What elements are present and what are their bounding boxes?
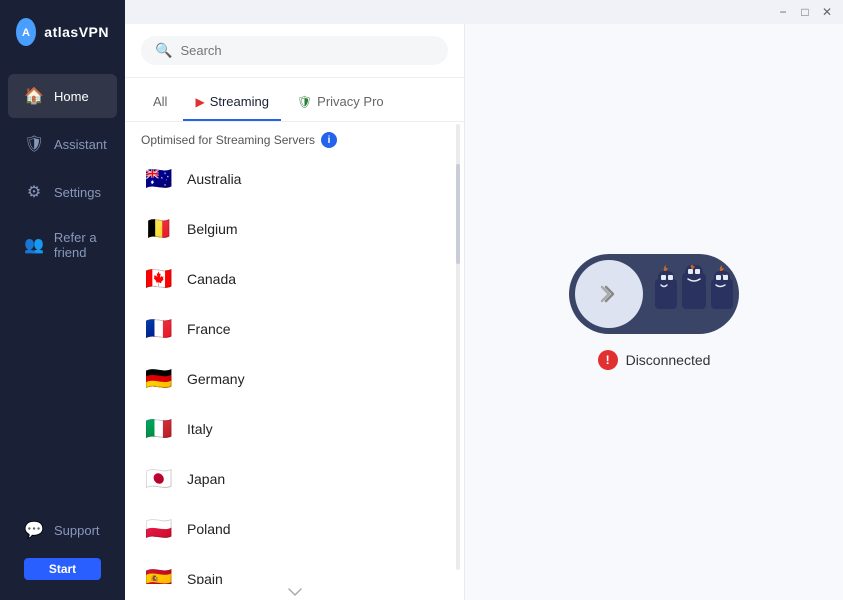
svg-text:A: A	[22, 27, 30, 39]
right-panel: ! Disconnected	[465, 24, 843, 600]
sidebar-label-home: Home	[54, 89, 89, 104]
scroll-down-indicator	[125, 584, 464, 600]
search-icon: 🔍	[155, 42, 172, 59]
country-item-australia[interactable]: 🇦🇺 Australia	[133, 154, 456, 204]
privacy-icon: 🛡	[297, 95, 312, 109]
logo-text: atlasVPN	[44, 24, 109, 40]
country-name-poland: Poland	[187, 521, 231, 537]
search-bar: 🔍	[125, 24, 464, 78]
tab-privacy-label: Privacy Pro	[317, 94, 383, 109]
home-icon: 🏠	[24, 86, 44, 106]
server-panel: 🔍 All ▶ Streaming 🛡 Privacy Pro	[125, 24, 465, 600]
status-row: ! Disconnected	[598, 350, 711, 370]
flag-poland: 🇵🇱	[143, 516, 175, 542]
tabs: All ▶ Streaming 🛡 Privacy Pro	[125, 78, 464, 122]
vpn-toggle-wrapper: ! Disconnected	[569, 254, 739, 370]
vpn-toggle[interactable]	[569, 254, 739, 334]
logo-icon: A	[16, 18, 36, 46]
scrollbar-track	[456, 124, 460, 570]
status-label: Disconnected	[626, 352, 711, 368]
sidebar-bottom: 💬 Support Start	[0, 492, 125, 600]
search-input[interactable]	[180, 43, 434, 58]
tab-streaming[interactable]: ▶ Streaming	[183, 88, 280, 121]
support-icon: 💬	[24, 520, 44, 540]
country-name-australia: Australia	[187, 171, 241, 187]
flag-belgium: 🇧🇪	[143, 216, 175, 242]
title-bar: − □ ✕	[125, 0, 843, 24]
tab-all[interactable]: All	[141, 88, 179, 121]
country-item-japan[interactable]: 🇯🇵 Japan	[133, 454, 456, 504]
sidebar-item-settings[interactable]: ⚙ Settings	[8, 170, 117, 214]
main-area: − □ ✕ 🔍 All ▶ Streaming	[125, 0, 843, 600]
optimised-text: Optimised for Streaming Servers	[141, 133, 315, 147]
sidebar-label-assistant: Assistant	[54, 137, 107, 152]
minimize-button[interactable]: −	[775, 4, 791, 20]
logo-area: A atlasVPN	[0, 0, 125, 64]
country-item-italy[interactable]: 🇮🇹 Italy	[133, 404, 456, 454]
start-button[interactable]: Start	[24, 558, 101, 580]
streaming-icon: ▶	[195, 95, 204, 109]
content-area: 🔍 All ▶ Streaming 🛡 Privacy Pro	[125, 24, 843, 600]
tab-privacy-pro[interactable]: 🛡 Privacy Pro	[285, 88, 396, 121]
country-item-belgium[interactable]: 🇧🇪 Belgium	[133, 204, 456, 254]
flag-spain: 🇪🇸	[143, 566, 175, 584]
settings-icon: ⚙	[24, 182, 44, 202]
info-badge[interactable]: i	[321, 132, 337, 148]
flag-italy: 🇮🇹	[143, 416, 175, 442]
refer-icon: 👥	[24, 235, 44, 255]
sidebar: A atlasVPN 🏠 Home 🛡 Assistant ⚙ Settings…	[0, 0, 125, 600]
sidebar-item-support[interactable]: 💬 Support	[8, 508, 117, 552]
country-name-japan: Japan	[187, 471, 225, 487]
status-icon: !	[598, 350, 618, 370]
flag-australia: 🇦🇺	[143, 166, 175, 192]
country-item-spain[interactable]: 🇪🇸 Spain	[133, 554, 456, 584]
sidebar-item-assistant[interactable]: 🛡 Assistant	[8, 122, 117, 166]
close-button[interactable]: ✕	[819, 4, 835, 20]
sidebar-label-support: Support	[54, 523, 100, 538]
country-name-france: France	[187, 321, 231, 337]
country-item-germany[interactable]: 🇩🇪 Germany	[133, 354, 456, 404]
country-name-italy: Italy	[187, 421, 213, 437]
sidebar-nav: 🏠 Home 🛡 Assistant ⚙ Settings 👥 Refer a …	[0, 64, 125, 492]
sidebar-label-settings: Settings	[54, 185, 101, 200]
country-name-belgium: Belgium	[187, 221, 238, 237]
country-name-spain: Spain	[187, 571, 223, 584]
tab-all-label: All	[153, 94, 167, 109]
sidebar-item-refer[interactable]: 👥 Refer a friend	[8, 218, 117, 272]
search-input-wrap[interactable]: 🔍	[141, 36, 448, 65]
country-item-canada[interactable]: 🇨🇦 Canada	[133, 254, 456, 304]
country-item-france[interactable]: 🇫🇷 France	[133, 304, 456, 354]
sidebar-label-refer: Refer a friend	[54, 230, 101, 260]
optimised-label: Optimised for Streaming Servers i	[125, 122, 464, 154]
flag-canada: 🇨🇦	[143, 266, 175, 292]
sidebar-item-home[interactable]: 🏠 Home	[8, 74, 117, 118]
assistant-icon: 🛡	[24, 134, 44, 154]
mascot-characters	[643, 265, 737, 323]
toggle-knob	[575, 260, 643, 328]
flag-france: 🇫🇷	[143, 316, 175, 342]
country-name-canada: Canada	[187, 271, 236, 287]
flag-germany: 🇩🇪	[143, 366, 175, 392]
maximize-button[interactable]: □	[797, 4, 813, 20]
country-item-poland[interactable]: 🇵🇱 Poland	[133, 504, 456, 554]
scrollbar-thumb[interactable]	[456, 164, 460, 264]
country-list: 🇦🇺 Australia 🇧🇪 Belgium 🇨🇦 Canada 🇫🇷 Fra…	[125, 154, 464, 584]
tab-streaming-label: Streaming	[210, 94, 269, 109]
country-name-germany: Germany	[187, 371, 245, 387]
flag-japan: 🇯🇵	[143, 466, 175, 492]
